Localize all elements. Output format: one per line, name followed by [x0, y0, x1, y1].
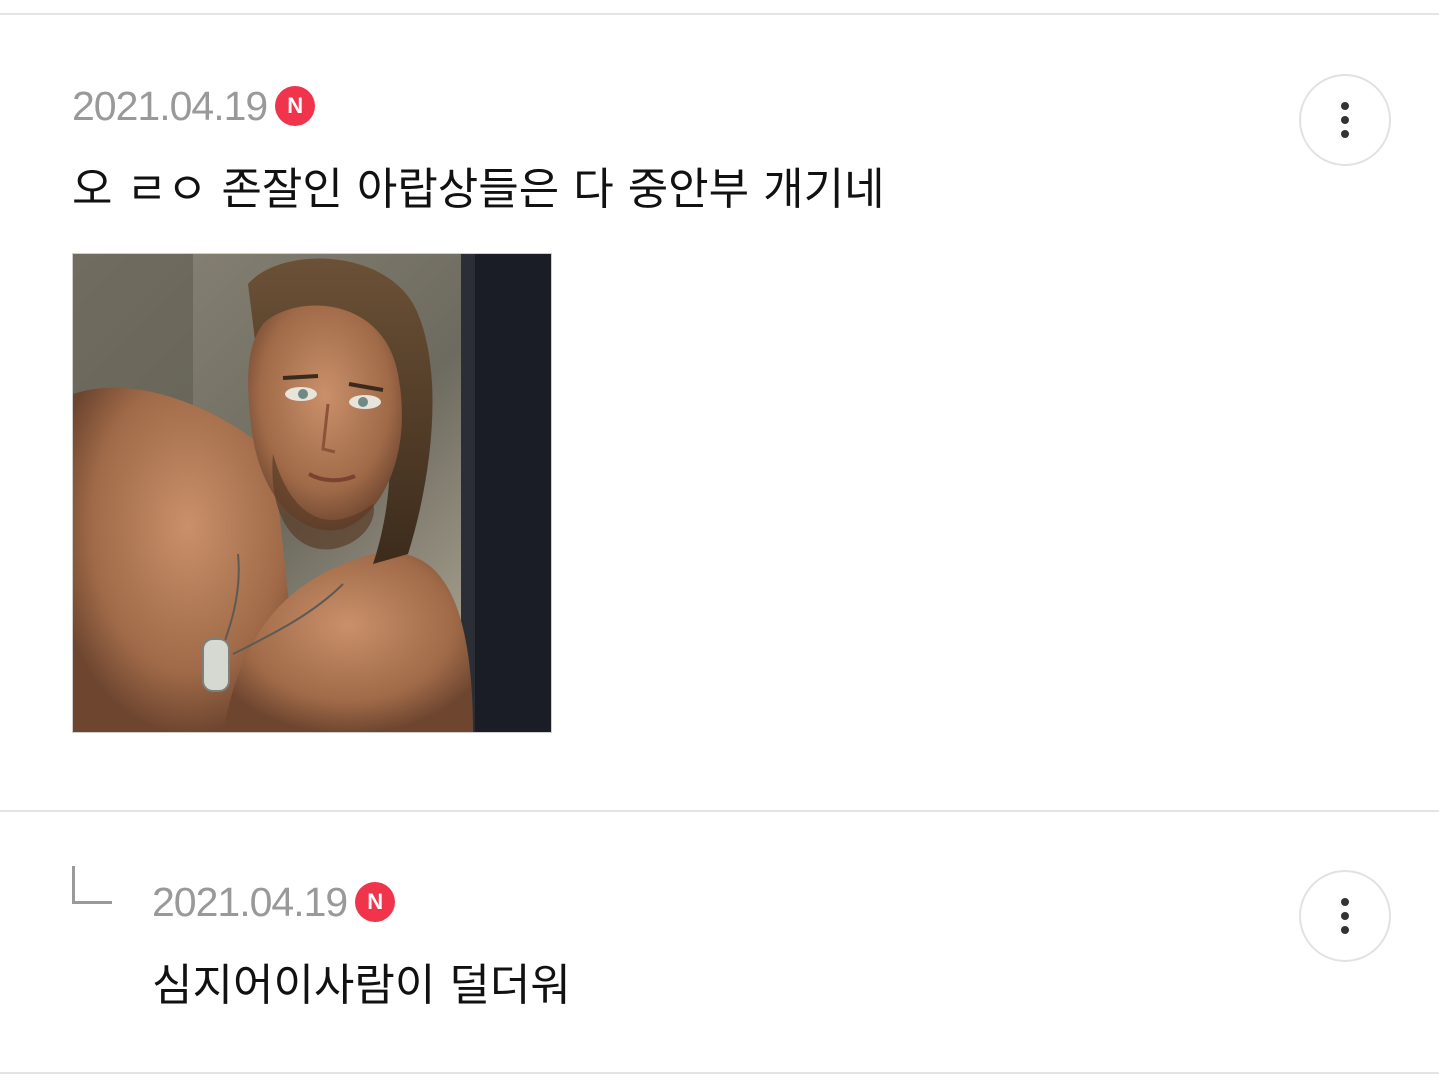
comment-text: 오 ㄹㅇ 존잘인 아랍상들은 다 중안부 개기네 [72, 164, 885, 215]
reply-corner-icon [72, 866, 112, 904]
more-vertical-icon [1341, 912, 1349, 920]
reply-text: 심지어이사람이 덜더워 [152, 960, 571, 1011]
reply-meta: 2021.04.19 N [152, 879, 396, 925]
reply-date: 2021.04.19 [152, 879, 348, 925]
reply-item: 2021.04.19 N 심지어이사람이 덜더워 [0, 812, 1439, 1072]
more-vertical-icon [1341, 130, 1349, 138]
comment-image[interactable] [72, 253, 552, 733]
comment-list: 2021.04.19 N 오 ㄹㅇ 존잘인 아랍상들은 다 중안부 개기네 20… [0, 0, 1439, 1080]
more-vertical-icon [1341, 926, 1349, 934]
portrait-photo [73, 254, 551, 732]
more-vertical-icon [1341, 898, 1349, 906]
more-vertical-icon [1341, 116, 1349, 124]
more-vertical-icon [1341, 102, 1349, 110]
comment-meta: 2021.04.19 N [72, 83, 316, 129]
divider [0, 1072, 1439, 1074]
comment-item: 2021.04.19 N 오 ㄹㅇ 존잘인 아랍상들은 다 중안부 개기네 [0, 14, 1439, 810]
new-badge: N [275, 86, 316, 126]
comment-more-button[interactable] [1299, 74, 1391, 166]
new-badge: N [355, 882, 396, 922]
comment-date: 2021.04.19 [72, 83, 268, 129]
reply-more-button[interactable] [1299, 870, 1391, 962]
